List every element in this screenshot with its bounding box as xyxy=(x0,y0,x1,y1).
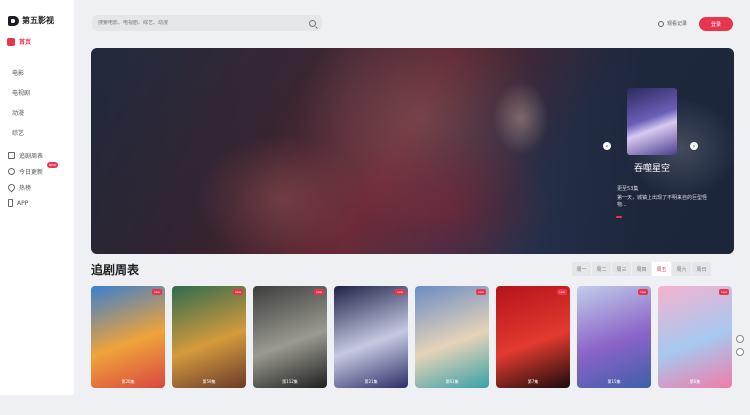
floating-tools xyxy=(736,335,746,356)
sidebar-item-movies[interactable]: 电影 xyxy=(12,68,24,77)
new-badge: NEW xyxy=(47,162,59,168)
new-tag: new xyxy=(151,289,162,295)
fire-icon xyxy=(6,182,17,193)
featured-episode: 更至53集 xyxy=(617,186,639,192)
weekday-tabs: 周一 周二 周三 周四 周五 周六 周日 xyxy=(572,262,712,276)
history-link[interactable]: 观看记录 xyxy=(658,20,687,27)
poster-card[interactable]: new 第7集 xyxy=(496,286,570,388)
sidebar: 第五影视 首页 电影 电视剧 动漫 综艺 追剧周表 今日更新 NEW 热榜 AP… xyxy=(0,0,74,395)
sidebar-item-home[interactable]: 首页 xyxy=(7,37,31,46)
login-button[interactable]: 登录 xyxy=(699,17,733,31)
sidebar-item-schedule[interactable]: 追剧周表 xyxy=(8,151,43,160)
chevron-right-icon[interactable]: › xyxy=(690,142,698,150)
tab-wed[interactable]: 周三 xyxy=(612,262,632,276)
poster-episode: 第15集 xyxy=(607,379,621,384)
calendar-icon xyxy=(8,152,15,159)
new-tag: new xyxy=(313,289,324,295)
logo-icon xyxy=(8,15,19,26)
sidebar-item-variety[interactable]: 综艺 xyxy=(12,128,24,137)
hero-banner[interactable]: ‹ › 吞噬星空 更至53集 第一天，城镇上出现了不明来自的巨型怪物... xyxy=(91,48,734,254)
search-bar xyxy=(92,15,322,31)
new-tag: new xyxy=(718,289,729,295)
sidebar-item-label: 热榜 xyxy=(19,185,32,192)
featured-poster[interactable] xyxy=(627,88,677,155)
history-icon xyxy=(658,20,664,27)
featured-title[interactable]: 吞噬星空 xyxy=(612,161,692,174)
tab-sat[interactable]: 周六 xyxy=(672,262,692,276)
chevron-left-icon[interactable]: ‹ xyxy=(603,142,611,150)
history-label: 观看记录 xyxy=(667,21,688,27)
sidebar-item-label: 首页 xyxy=(19,39,32,46)
poster-episode: 第7集 xyxy=(527,379,539,384)
sidebar-item-today-update[interactable]: 今日更新 NEW xyxy=(8,162,59,176)
help-icon[interactable] xyxy=(736,335,744,343)
poster-card[interactable]: new 第61集 xyxy=(415,286,489,388)
poster-episode: 第61集 xyxy=(445,379,459,384)
poster-episode: 第6集 xyxy=(689,379,701,384)
poster-episode: 第59集 xyxy=(202,379,216,384)
carousel-indicator[interactable] xyxy=(616,216,622,218)
tab-sun[interactable]: 周日 xyxy=(692,262,712,276)
featured-description: 第一天，城镇上出现了不明来自的巨型怪物... xyxy=(617,195,708,208)
sidebar-item-tv[interactable]: 电视剧 xyxy=(12,88,30,97)
logo[interactable]: 第五影视 xyxy=(8,15,54,26)
tab-fri[interactable]: 周五 xyxy=(652,262,672,276)
poster-episode: 第112集 xyxy=(282,379,298,384)
poster-card[interactable]: new 第59集 xyxy=(172,286,246,388)
theme-toggle-icon[interactable] xyxy=(736,348,744,356)
poster-episode: 第20集 xyxy=(121,379,135,384)
home-icon xyxy=(7,37,15,46)
new-tag: new xyxy=(394,289,405,295)
poster-card[interactable]: new 第20集 xyxy=(91,286,165,388)
sidebar-item-label: 今日更新 xyxy=(19,169,44,176)
poster-row: new 第20集 new 第59集 new 第112集 new 第21集 new… xyxy=(91,286,732,388)
sidebar-item-hot[interactable]: 热榜 xyxy=(6,182,32,193)
search-icon[interactable] xyxy=(309,19,316,27)
new-tag: new xyxy=(556,289,567,295)
tab-mon[interactable]: 周一 xyxy=(572,262,592,276)
tab-thu[interactable]: 周四 xyxy=(632,262,652,276)
sidebar-item-label: APP xyxy=(17,199,29,207)
sidebar-item-app[interactable]: APP xyxy=(8,199,28,207)
poster-card[interactable]: new 第15集 xyxy=(577,286,651,388)
poster-episode: 第21集 xyxy=(364,379,378,384)
new-tag: new xyxy=(475,289,486,295)
poster-card[interactable]: new 第21集 xyxy=(334,286,408,388)
section-title: 追剧周表 xyxy=(91,263,140,277)
search-input[interactable] xyxy=(98,20,309,26)
poster-card[interactable]: new 第112集 xyxy=(253,286,327,388)
sidebar-item-anime[interactable]: 动漫 xyxy=(12,108,24,117)
logo-text: 第五影视 xyxy=(22,16,54,25)
tab-tue[interactable]: 周二 xyxy=(592,262,612,276)
sidebar-item-label: 追剧周表 xyxy=(19,153,44,160)
new-tag: new xyxy=(232,289,243,295)
clock-icon xyxy=(8,168,15,175)
new-tag: new xyxy=(637,289,648,295)
phone-icon xyxy=(8,199,13,207)
poster-card[interactable]: new 第6集 xyxy=(658,286,732,388)
